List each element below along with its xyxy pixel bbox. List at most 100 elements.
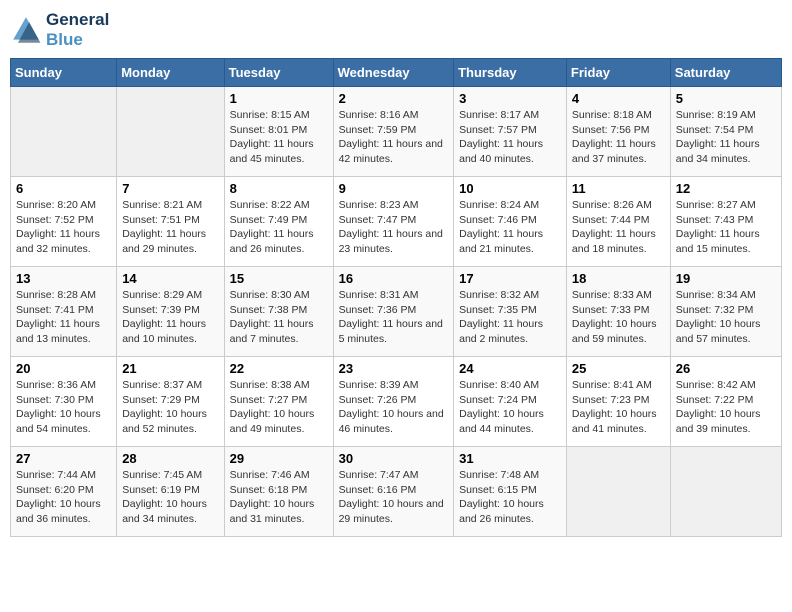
day-number: 10 xyxy=(459,181,561,196)
calendar-cell: 15 Sunrise: 8:30 AM Sunset: 7:38 PM Dayli… xyxy=(224,267,333,357)
week-row-1: 1 Sunrise: 8:15 AM Sunset: 8:01 PM Daylig… xyxy=(11,87,782,177)
day-detail: Sunrise: 8:16 AM Sunset: 7:59 PM Dayligh… xyxy=(339,108,449,167)
header-saturday: Saturday xyxy=(670,59,781,87)
day-detail: Sunrise: 8:33 AM Sunset: 7:33 PM Dayligh… xyxy=(572,288,665,347)
day-number: 27 xyxy=(16,451,111,466)
day-number: 6 xyxy=(16,181,111,196)
day-detail: Sunrise: 8:32 AM Sunset: 7:35 PM Dayligh… xyxy=(459,288,561,347)
day-number: 28 xyxy=(122,451,218,466)
calendar-cell: 6Sunrise: 8:20 AM Sunset: 7:52 PM Daylig… xyxy=(11,177,117,267)
calendar-cell: 10 Sunrise: 8:24 AM Sunset: 7:46 PM Dayli… xyxy=(454,177,567,267)
header-friday: Friday xyxy=(566,59,670,87)
calendar-cell: 5 Sunrise: 8:19 AM Sunset: 7:54 PM Daylig… xyxy=(670,87,781,177)
day-number: 1 xyxy=(230,91,328,106)
logo-icon xyxy=(10,14,42,46)
calendar-cell: 31 Sunrise: 7:48 AM Sunset: 6:15 PM Dayli… xyxy=(454,447,567,537)
day-number: 21 xyxy=(122,361,218,376)
week-row-5: 27 Sunrise: 7:44 AM Sunset: 6:20 PM Dayli… xyxy=(11,447,782,537)
calendar-cell: 25 Sunrise: 8:41 AM Sunset: 7:23 PM Dayli… xyxy=(566,357,670,447)
page-header: General Blue xyxy=(10,10,782,50)
calendar-cell: 7Sunrise: 8:21 AM Sunset: 7:51 PM Daylig… xyxy=(117,177,224,267)
day-detail: Sunrise: 8:22 AM Sunset: 7:49 PM Dayligh… xyxy=(230,198,328,257)
day-detail: Sunrise: 8:23 AM Sunset: 7:47 PM Dayligh… xyxy=(339,198,449,257)
week-row-2: 6Sunrise: 8:20 AM Sunset: 7:52 PM Daylig… xyxy=(11,177,782,267)
day-detail: Sunrise: 8:18 AM Sunset: 7:56 PM Dayligh… xyxy=(572,108,665,167)
header-thursday: Thursday xyxy=(454,59,567,87)
day-detail: Sunrise: 8:40 AM Sunset: 7:24 PM Dayligh… xyxy=(459,378,561,437)
calendar-cell: 30 Sunrise: 7:47 AM Sunset: 6:16 PM Dayli… xyxy=(333,447,454,537)
day-detail: Sunrise: 7:44 AM Sunset: 6:20 PM Dayligh… xyxy=(16,468,111,527)
day-number: 29 xyxy=(230,451,328,466)
day-number: 24 xyxy=(459,361,561,376)
day-number: 23 xyxy=(339,361,449,376)
day-number: 31 xyxy=(459,451,561,466)
header-sunday: Sunday xyxy=(11,59,117,87)
day-number: 8 xyxy=(230,181,328,196)
calendar-cell: 24 Sunrise: 8:40 AM Sunset: 7:24 PM Dayli… xyxy=(454,357,567,447)
calendar-cell: 9Sunrise: 8:23 AM Sunset: 7:47 PM Daylig… xyxy=(333,177,454,267)
calendar-cell: 11Sunrise: 8:26 AM Sunset: 7:44 PM Dayli… xyxy=(566,177,670,267)
calendar-cell: 16 Sunrise: 8:31 AM Sunset: 7:36 PM Dayli… xyxy=(333,267,454,357)
calendar-cell xyxy=(11,87,117,177)
day-detail: Sunrise: 8:31 AM Sunset: 7:36 PM Dayligh… xyxy=(339,288,449,347)
day-detail: Sunrise: 8:41 AM Sunset: 7:23 PM Dayligh… xyxy=(572,378,665,437)
calendar-cell: 1 Sunrise: 8:15 AM Sunset: 8:01 PM Daylig… xyxy=(224,87,333,177)
day-number: 12 xyxy=(676,181,776,196)
calendar-cell: 18 Sunrise: 8:33 AM Sunset: 7:33 PM Dayli… xyxy=(566,267,670,357)
calendar-cell xyxy=(566,447,670,537)
day-detail: Sunrise: 7:45 AM Sunset: 6:19 PM Dayligh… xyxy=(122,468,218,527)
calendar-cell: 17 Sunrise: 8:32 AM Sunset: 7:35 PM Dayli… xyxy=(454,267,567,357)
day-number: 13 xyxy=(16,271,111,286)
calendar-cell: 22 Sunrise: 8:38 AM Sunset: 7:27 PM Dayli… xyxy=(224,357,333,447)
day-detail: Sunrise: 8:42 AM Sunset: 7:22 PM Dayligh… xyxy=(676,378,776,437)
day-number: 5 xyxy=(676,91,776,106)
day-number: 20 xyxy=(16,361,111,376)
calendar-cell: 12Sunrise: 8:27 AM Sunset: 7:43 PM Dayli… xyxy=(670,177,781,267)
week-row-4: 20 Sunrise: 8:36 AM Sunset: 7:30 PM Dayli… xyxy=(11,357,782,447)
calendar-cell xyxy=(670,447,781,537)
header-monday: Monday xyxy=(117,59,224,87)
day-number: 22 xyxy=(230,361,328,376)
calendar-cell: 28 Sunrise: 7:45 AM Sunset: 6:19 PM Dayli… xyxy=(117,447,224,537)
day-number: 17 xyxy=(459,271,561,286)
day-detail: Sunrise: 8:37 AM Sunset: 7:29 PM Dayligh… xyxy=(122,378,218,437)
calendar-cell: 26 Sunrise: 8:42 AM Sunset: 7:22 PM Dayli… xyxy=(670,357,781,447)
calendar-header-row: SundayMondayTuesdayWednesdayThursdayFrid… xyxy=(11,59,782,87)
day-number: 4 xyxy=(572,91,665,106)
day-detail: Sunrise: 7:47 AM Sunset: 6:16 PM Dayligh… xyxy=(339,468,449,527)
day-detail: Sunrise: 8:28 AM Sunset: 7:41 PM Dayligh… xyxy=(16,288,111,347)
day-detail: Sunrise: 8:34 AM Sunset: 7:32 PM Dayligh… xyxy=(676,288,776,347)
calendar-cell: 2 Sunrise: 8:16 AM Sunset: 7:59 PM Daylig… xyxy=(333,87,454,177)
logo-text: General Blue xyxy=(46,10,109,50)
day-number: 18 xyxy=(572,271,665,286)
day-detail: Sunrise: 8:24 AM Sunset: 7:46 PM Dayligh… xyxy=(459,198,561,257)
day-detail: Sunrise: 8:36 AM Sunset: 7:30 PM Dayligh… xyxy=(16,378,111,437)
day-detail: Sunrise: 8:19 AM Sunset: 7:54 PM Dayligh… xyxy=(676,108,776,167)
day-detail: Sunrise: 8:38 AM Sunset: 7:27 PM Dayligh… xyxy=(230,378,328,437)
day-number: 2 xyxy=(339,91,449,106)
header-wednesday: Wednesday xyxy=(333,59,454,87)
week-row-3: 13 Sunrise: 8:28 AM Sunset: 7:41 PM Dayli… xyxy=(11,267,782,357)
day-number: 25 xyxy=(572,361,665,376)
calendar-cell: 14 Sunrise: 8:29 AM Sunset: 7:39 PM Dayli… xyxy=(117,267,224,357)
day-number: 7 xyxy=(122,181,218,196)
calendar-cell: 20 Sunrise: 8:36 AM Sunset: 7:30 PM Dayli… xyxy=(11,357,117,447)
calendar-cell: 29 Sunrise: 7:46 AM Sunset: 6:18 PM Dayli… xyxy=(224,447,333,537)
day-number: 15 xyxy=(230,271,328,286)
day-number: 3 xyxy=(459,91,561,106)
day-number: 30 xyxy=(339,451,449,466)
day-number: 19 xyxy=(676,271,776,286)
day-detail: Sunrise: 8:29 AM Sunset: 7:39 PM Dayligh… xyxy=(122,288,218,347)
day-number: 14 xyxy=(122,271,218,286)
calendar-cell: 21 Sunrise: 8:37 AM Sunset: 7:29 PM Dayli… xyxy=(117,357,224,447)
day-detail: Sunrise: 7:46 AM Sunset: 6:18 PM Dayligh… xyxy=(230,468,328,527)
logo: General Blue xyxy=(10,10,109,50)
day-number: 16 xyxy=(339,271,449,286)
day-detail: Sunrise: 8:30 AM Sunset: 7:38 PM Dayligh… xyxy=(230,288,328,347)
calendar-cell: 13 Sunrise: 8:28 AM Sunset: 7:41 PM Dayli… xyxy=(11,267,117,357)
day-detail: Sunrise: 7:48 AM Sunset: 6:15 PM Dayligh… xyxy=(459,468,561,527)
day-number: 26 xyxy=(676,361,776,376)
day-detail: Sunrise: 8:15 AM Sunset: 8:01 PM Dayligh… xyxy=(230,108,328,167)
calendar-cell: 8 Sunrise: 8:22 AM Sunset: 7:49 PM Daylig… xyxy=(224,177,333,267)
header-tuesday: Tuesday xyxy=(224,59,333,87)
